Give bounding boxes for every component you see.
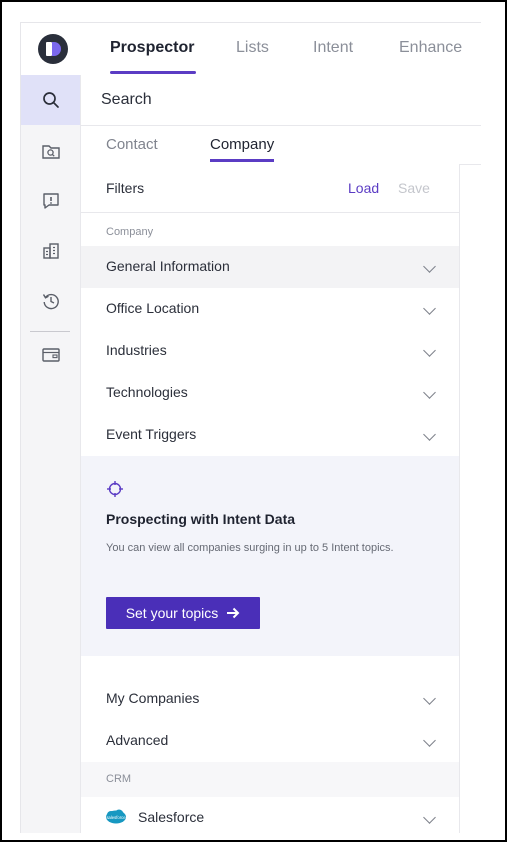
- rail-companies[interactable]: [21, 226, 80, 276]
- section-label-crm: CRM: [106, 773, 132, 785]
- alert-message-icon: [42, 193, 59, 209]
- filter-row-salesforce[interactable]: salesforce Salesforce: [81, 797, 459, 833]
- filter-row-event-triggers[interactable]: Event Triggers: [81, 414, 459, 456]
- tab-prospector[interactable]: Prospector: [110, 39, 194, 57]
- subtabs: Contact Company: [81, 126, 481, 165]
- filters-header: Filters Load Save: [81, 164, 459, 213]
- main-area: Search Contact Company Filters Load Save…: [81, 75, 481, 833]
- chevron-down-icon: [423, 260, 436, 273]
- search-bar[interactable]: Search: [81, 75, 481, 126]
- tab-lists[interactable]: Lists: [236, 39, 269, 57]
- filter-row-label: General Information: [106, 258, 230, 274]
- search-label: Search: [101, 91, 152, 108]
- filters-title: Filters: [106, 180, 145, 196]
- filter-row-label: Office Location: [106, 300, 200, 316]
- filter-row-advanced[interactable]: Advanced: [81, 720, 459, 762]
- rail-saved-searches[interactable]: [21, 126, 80, 176]
- filter-row-label: Event Triggers: [106, 426, 197, 442]
- filter-row-label: Technologies: [106, 384, 188, 400]
- save-button[interactable]: Save: [398, 180, 430, 196]
- filter-row-label: Salesforce: [138, 809, 205, 825]
- target-icon: [107, 481, 123, 497]
- top-nav: Prospector Lists Intent Enhance: [21, 23, 481, 76]
- app-window: Prospector Lists Intent Enhance Search C…: [20, 22, 481, 833]
- chevron-down-icon: [423, 811, 436, 824]
- chevron-down-icon: [423, 302, 436, 315]
- tab-company[interactable]: Company: [210, 136, 274, 153]
- screenshot-frame: Prospector Lists Intent Enhance Search C…: [0, 0, 507, 842]
- filter-row-label: Advanced: [106, 732, 169, 748]
- set-topics-label: Set your topics: [125, 605, 219, 621]
- intent-card-title: Prospecting with Intent Data: [106, 511, 296, 527]
- salesforce-logo-text: salesforce: [106, 815, 126, 820]
- section-label-company: Company: [106, 226, 154, 238]
- filters-panel: Filters Load Save Company General Inform…: [81, 164, 460, 833]
- active-tab-indicator: [110, 71, 196, 74]
- filter-row-label: Industries: [106, 342, 167, 358]
- rail-alerts[interactable]: [21, 176, 80, 226]
- folder-search-icon: [41, 145, 60, 159]
- chevron-down-icon: [423, 692, 436, 705]
- arrow-right-icon: [227, 607, 240, 619]
- salesforce-logo-icon: salesforce: [106, 809, 126, 824]
- intent-promo-card: Prospecting with Intent Data You can vie…: [81, 456, 459, 656]
- filter-row-industries[interactable]: Industries: [81, 330, 459, 372]
- chevron-down-icon: [423, 344, 436, 357]
- filter-row-general-information[interactable]: General Information: [81, 246, 459, 288]
- history-icon: [42, 293, 59, 310]
- left-rail: [21, 75, 81, 833]
- wallet-icon: [41, 348, 60, 362]
- rail-search[interactable]: [21, 75, 80, 125]
- filter-row-technologies[interactable]: Technologies: [81, 372, 459, 414]
- buildings-icon: [42, 243, 59, 259]
- set-topics-button[interactable]: Set your topics: [106, 597, 260, 629]
- filter-row-my-companies[interactable]: My Companies: [81, 678, 459, 720]
- chevron-down-icon: [423, 734, 436, 747]
- app-logo[interactable]: [38, 34, 68, 64]
- rail-history[interactable]: [21, 276, 80, 326]
- rail-wallet[interactable]: [21, 330, 80, 380]
- tab-enhance[interactable]: Enhance: [399, 39, 462, 57]
- filter-row-label: My Companies: [106, 690, 200, 706]
- chevron-down-icon: [423, 428, 436, 441]
- load-button[interactable]: Load: [348, 180, 379, 196]
- crm-section-band: CRM: [81, 762, 459, 797]
- filter-row-office-location[interactable]: Office Location: [81, 288, 459, 330]
- tab-contact[interactable]: Contact: [106, 136, 158, 153]
- intent-card-text: You can view all companies surging in up…: [106, 542, 394, 554]
- active-subtab-indicator: [210, 159, 274, 162]
- search-icon: [42, 92, 59, 108]
- tab-intent[interactable]: Intent: [313, 39, 353, 57]
- chevron-down-icon: [423, 386, 436, 399]
